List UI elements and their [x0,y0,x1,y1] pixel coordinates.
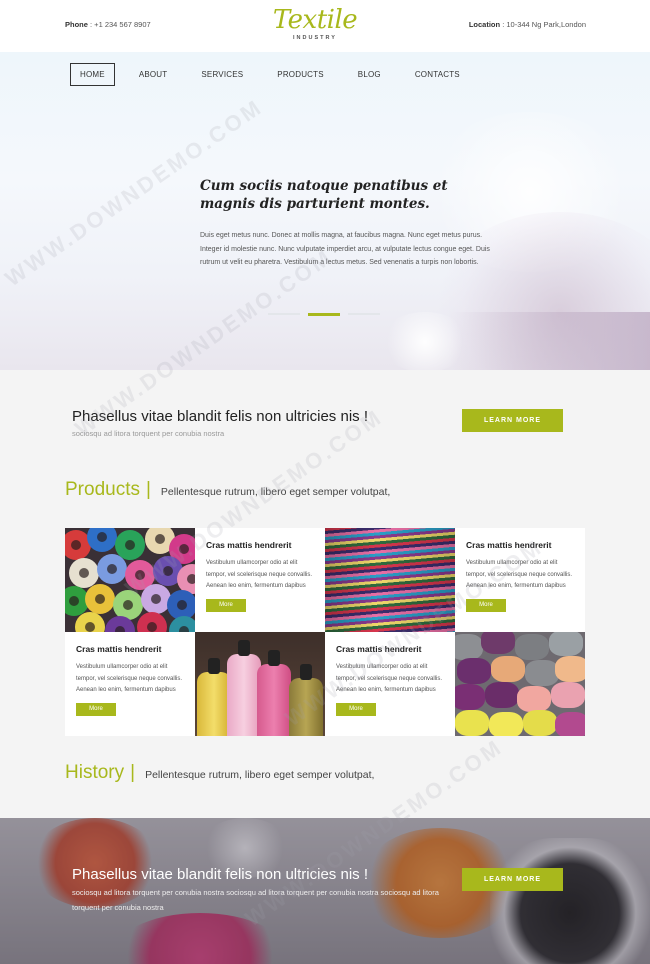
history-title: History [65,762,125,783]
phone-label: Phone [65,20,88,29]
location-label: Location [468,20,501,29]
products-title: Products [65,479,140,500]
nav-services[interactable]: SERVICES [191,63,253,86]
products-grid: Cras mattis hendrerit Vestibulum ullamco… [65,528,585,736]
heading-divider: | [130,762,136,783]
product-card-text: Vestibulum ullamcorper odio at elit temp… [76,664,183,693]
product-card-title: Cras mattis hendrerit [336,644,422,654]
more-button[interactable]: More [206,598,246,612]
cta-banner-top: Phasellus vitae blandit felis non ultric… [0,370,650,460]
logo-subtitle: INDUSTRY [293,35,337,41]
product-card-4: Cras mattis hendrerit Vestibulum ullamco… [325,632,455,736]
slider-dot-2-active[interactable] [308,312,340,316]
products-tagline: Pellentesque rutrum, libero eget semper … [160,486,391,498]
phone-value: : +1 234 567 8907 [90,20,151,29]
cta-subtitle: sociosqu ad litora torquent per conubia … [72,888,439,912]
cta-banner-bottom: Phasellus vitae blandit felis non ultric… [0,818,650,964]
more-button[interactable]: More [466,598,506,612]
logo-word: Textile [272,5,358,35]
location-value: : 10-344 Ng Park,London [502,20,586,29]
products-heading: Products | Pellentesque rutrum, libero e… [65,479,390,501]
product-card-2: Cras mattis hendrerit Vestibulum ullamco… [455,528,585,632]
product-image-thread-spools[interactable] [65,528,195,632]
heading-divider: | [145,479,151,500]
phone-info: Phone : +1 234 567 8907 [65,20,151,29]
cta-subtitle: sociosqu ad litora torquent per conubia … [72,429,225,438]
more-button[interactable]: More [336,702,376,716]
nav-contacts[interactable]: CONTACTS [405,63,470,86]
hero-bg-highlight [380,312,470,370]
product-card-3: Cras mattis hendrerit Vestibulum ullamco… [65,632,195,736]
top-bar: Phone : +1 234 567 8907 Textile INDUSTRY… [0,0,650,52]
main-nav: HOME ABOUT SERVICES PRODUCTS BLOG CONTAC… [70,63,484,86]
slider-dots [268,312,380,316]
site-logo[interactable]: Textile INDUSTRY [270,6,360,41]
product-card-1: Cras mattis hendrerit Vestibulum ullamco… [195,528,325,632]
learn-more-button[interactable]: LEARN MORE [462,868,563,891]
hero-text: Duis eget metus nunc. Donec at mollis ma… [200,232,490,266]
product-card-title: Cras mattis hendrerit [466,540,552,550]
hero-bg-blur-edge [450,312,650,370]
cta-title: Phasellus vitae blandit felis non ultric… [72,408,368,425]
cta-title: Phasellus vitae blandit felis non ultric… [72,866,368,883]
product-card-text: Vestibulum ullamcorper odio at elit temp… [336,664,443,693]
more-button[interactable]: More [76,702,116,716]
nav-about[interactable]: ABOUT [129,63,178,86]
nav-products[interactable]: PRODUCTS [267,63,334,86]
history-tagline: Pellentesque rutrum, libero eget semper … [145,769,375,781]
product-image-yarn-cones[interactable] [195,632,325,736]
location-info: Location : 10-344 Ng Park,London [469,20,586,29]
product-image-fabric-stack[interactable] [325,528,455,632]
slider-dot-1[interactable] [268,313,300,315]
product-image-yarn-balls[interactable] [455,632,585,736]
product-card-text: Vestibulum ullamcorper odio at elit temp… [466,560,573,589]
nav-blog[interactable]: BLOG [348,63,391,86]
learn-more-button[interactable]: LEARN MORE [462,409,563,432]
hero-title: Cum sociis natoque penatibus et magnis d… [200,178,448,212]
history-heading: History | Pellentesque rutrum, libero eg… [65,762,374,784]
nav-home[interactable]: HOME [70,63,115,86]
product-card-title: Cras mattis hendrerit [76,644,162,654]
product-card-title: Cras mattis hendrerit [206,540,292,550]
product-card-text: Vestibulum ullamcorper odio at elit temp… [206,560,313,589]
slider-dot-3[interactable] [348,313,380,315]
